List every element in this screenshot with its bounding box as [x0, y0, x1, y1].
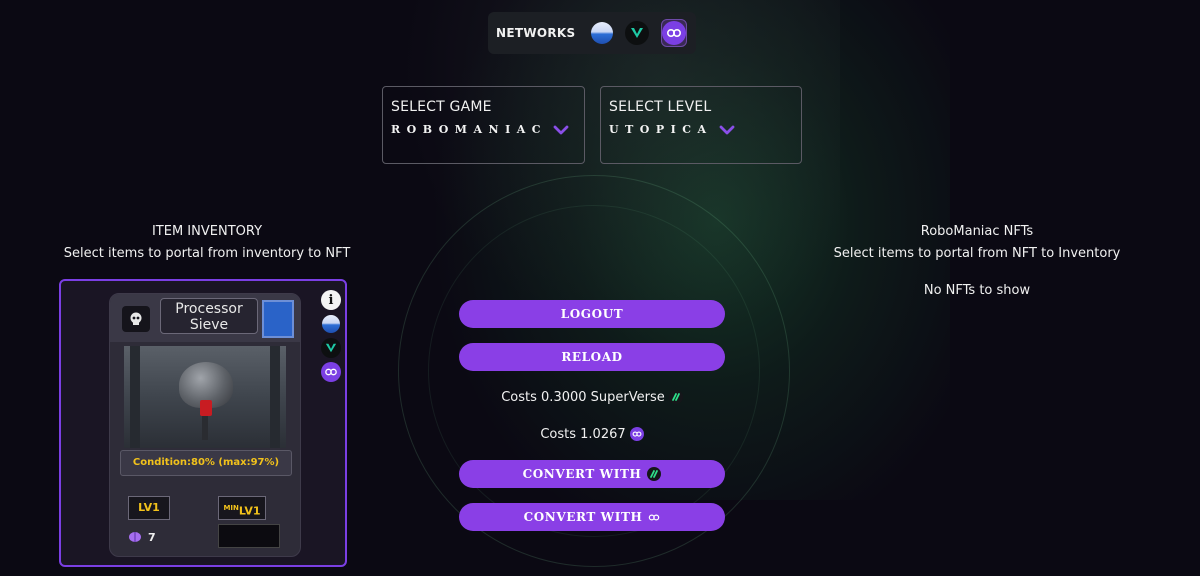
cost-polygon: Costs 1.0267 — [459, 424, 725, 444]
nfts-title: RoboManiac NFTs — [920, 224, 1034, 239]
polygon-token-icon — [629, 427, 644, 441]
select-game-title: SELECT GAME — [391, 99, 492, 115]
chevron-down-icon — [719, 125, 734, 134]
v-network-icon — [321, 338, 341, 358]
networks-label: NETWORKS — [496, 26, 576, 40]
nfts-header: RoboManiac NFTs Select items to portal f… — [810, 221, 1144, 302]
logout-label: LOGOUT — [560, 307, 624, 321]
robot-eye — [200, 400, 212, 416]
v-network-icon — [625, 21, 650, 45]
cost-superverse: Costs 0.3000 SuperVerse — [459, 387, 725, 407]
convert-poly-label: CONVERT WITH — [523, 510, 643, 524]
card-artwork — [124, 346, 286, 448]
chevron-down-icon — [553, 125, 569, 134]
polygon-network-icon — [321, 362, 341, 382]
card-min-level-value: LV1 — [238, 504, 261, 518]
skull-icon — [122, 306, 150, 332]
robot-leg — [202, 416, 208, 440]
select-level-title: SELECT LEVEL — [609, 99, 712, 115]
nfts-subtitle: Select items to portal from NFT to Inven… — [833, 246, 1121, 261]
inventory-subtitle: Select items to portal from inventory to… — [63, 246, 351, 261]
card-empty-slot — [218, 524, 280, 548]
cost-polygon-text: Costs 1.0267 — [540, 426, 626, 442]
card-gem-value: 7 — [148, 530, 156, 544]
network-polygon-button[interactable] — [661, 19, 688, 47]
convert-with-polygon-button[interactable]: CONVERT WITH — [459, 503, 725, 531]
convert-sv-label: CONVERT WITH — [522, 467, 642, 481]
card-level-value: LV1 — [138, 501, 160, 514]
select-game-dropdown[interactable]: SELECT GAME ROBOMANIAC — [382, 86, 585, 164]
inventory-header: ITEM INVENTORY Select items to portal fr… — [40, 221, 374, 265]
select-level-dropdown[interactable]: SELECT LEVEL UTOPICA — [600, 86, 802, 164]
reload-label: RELOAD — [561, 350, 623, 364]
inventory-title: ITEM INVENTORY — [151, 224, 263, 239]
superverse-network-icon — [321, 314, 341, 334]
network-superverse-button[interactable] — [591, 19, 614, 47]
superverse-token-icon — [647, 467, 662, 481]
card-rarity-marker — [262, 300, 294, 338]
card-min-level: MINLV1 — [218, 496, 266, 520]
polygon-network-icon — [662, 21, 687, 45]
art-pillar — [130, 346, 140, 448]
nfts-empty-message: No NFTs to show — [923, 283, 1031, 298]
networks-bar: NETWORKS — [488, 12, 696, 54]
inventory-item-selected[interactable]: Processor Sieve Condition:80% (max:97%) … — [59, 279, 347, 567]
reload-button[interactable]: RELOAD — [459, 343, 725, 371]
card-item-name: Processor Sieve — [160, 298, 258, 334]
item-card[interactable]: Processor Sieve Condition:80% (max:97%) … — [109, 293, 301, 557]
card-item-name-line1: Processor — [175, 301, 243, 317]
polygon-token-icon — [648, 513, 660, 522]
art-pillar — [270, 346, 280, 448]
select-level-value: UTOPICA — [609, 123, 713, 136]
card-min-prefix: MIN — [223, 504, 239, 512]
item-network-icons: i — [321, 290, 341, 382]
info-icon[interactable]: i — [321, 290, 341, 310]
superverse-network-icon — [591, 22, 614, 44]
select-game-value: ROBOMANIAC — [391, 123, 548, 136]
logout-button[interactable]: LOGOUT — [459, 300, 725, 328]
card-level: LV1 — [128, 496, 170, 520]
brain-gem-icon — [129, 532, 141, 542]
card-item-name-line2: Sieve — [189, 317, 229, 333]
cost-superverse-text: Costs 0.3000 SuperVerse — [501, 389, 665, 405]
convert-with-superverse-button[interactable]: CONVERT WITH — [459, 460, 725, 488]
info-icon-glyph: i — [328, 292, 334, 308]
card-condition: Condition:80% (max:97%) — [120, 450, 292, 476]
superverse-token-icon — [668, 390, 683, 404]
card-gem-count: 7 — [128, 526, 168, 548]
network-v-button[interactable] — [625, 19, 650, 47]
